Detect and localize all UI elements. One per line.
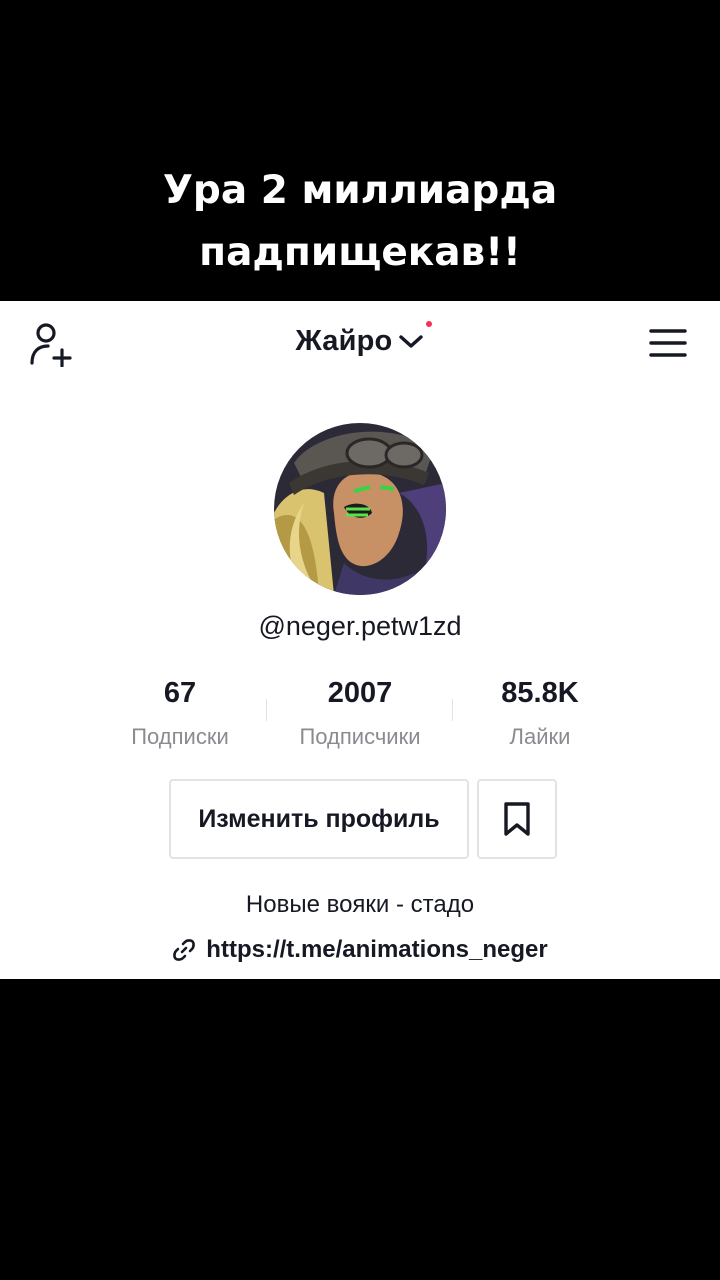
profile-screenshot: Жайро @neger.petw1zd 67 Подписки 2007 По… [0, 301, 720, 979]
profile-link-url[interactable]: https://t.me/animations_neger [206, 936, 547, 964]
notification-dot [426, 320, 433, 327]
stat-likes-value: 85.8K [501, 677, 579, 709]
video-caption: Ура 2 миллиарда падпищекав!! [0, 160, 720, 284]
menu-icon[interactable] [648, 327, 688, 359]
stat-followers-label: Подписчики [299, 724, 421, 749]
profile-header: Жайро [0, 301, 720, 387]
account-switcher-button[interactable]: Жайро [295, 320, 433, 358]
stat-following[interactable]: 67 Подписки [90, 677, 270, 750]
caption-line-1: Ура 2 миллиарда [162, 168, 558, 213]
stat-likes-label: Лайки [509, 724, 571, 749]
stat-following-value: 67 [163, 677, 197, 709]
avatar [274, 423, 446, 595]
stat-followers-value: 2007 [327, 677, 393, 709]
bookmark-icon [504, 802, 530, 836]
profile-username: @neger.petw1zd [258, 611, 462, 641]
chevron-down-icon [399, 335, 424, 348]
add-user-icon[interactable] [26, 321, 76, 367]
profile-bio: Новые вояки - стадо [245, 891, 475, 918]
account-switcher: Жайро [0, 320, 720, 361]
stat-divider [266, 699, 267, 721]
account-name: Жайро [295, 324, 393, 357]
stat-likes[interactable]: 85.8K Лайки [450, 677, 630, 750]
stat-following-label: Подписки [131, 724, 229, 749]
profile-link: https://t.me/animations_neger [0, 936, 720, 964]
avatar-image [274, 423, 446, 595]
stat-followers[interactable]: 2007 Подписчики [270, 677, 450, 750]
link-icon [173, 939, 196, 961]
caption-line-2: падпищекав!! [199, 230, 521, 275]
favorites-button[interactable] [477, 779, 557, 859]
edit-profile-button[interactable]: Изменить профиль [169, 779, 469, 859]
